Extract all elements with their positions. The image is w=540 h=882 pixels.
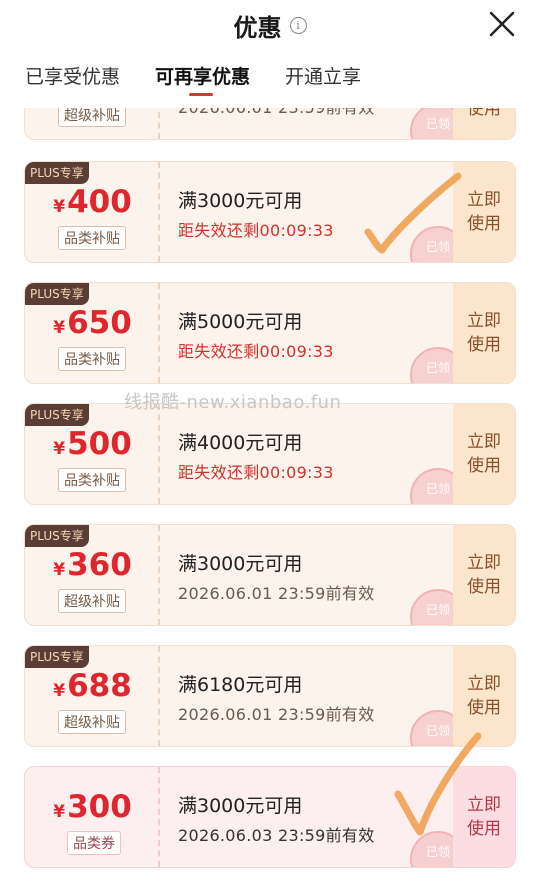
coupon-amount: ¥650 xyxy=(53,305,132,341)
coupon-list[interactable]: 超级补贴 2026.06.01 23:59前有效 已领 使用 PLUS专享 ¥4… xyxy=(24,108,516,882)
tab-more-available[interactable]: 可再享优惠 xyxy=(155,62,250,89)
use-button[interactable]: 立即 使用 xyxy=(453,162,515,262)
coupon-condition: 满3000元可用 xyxy=(178,190,303,212)
coupon-validity: 2026.06.01 23:59前有效 xyxy=(178,584,375,603)
use-button[interactable]: 立即 使用 xyxy=(453,404,515,504)
coupon-card: PLUS专享 ¥650 品类补贴 满5000元可用 距失效还剩00:09:33 … xyxy=(24,282,516,384)
use-button[interactable]: 立即 使用 xyxy=(453,283,515,383)
use-button[interactable]: 立即 使用 xyxy=(453,767,515,867)
coupon-validity: 2026.06.01 23:59前有效 xyxy=(178,705,375,724)
coupon-badge: 品类补贴 xyxy=(58,347,126,371)
coupon-badge: 品类补贴 xyxy=(58,226,126,250)
coupon-amount: ¥300 xyxy=(53,789,132,825)
plus-tag: PLUS专享 xyxy=(25,404,89,426)
tab-open-enjoy[interactable]: 开通立享 xyxy=(285,62,361,89)
tab-underline xyxy=(189,93,213,96)
coupon-amount: ¥688 xyxy=(53,668,132,704)
coupon-card: PLUS专享 ¥500 品类补贴 满4000元可用 距失效还剩00:09:33 … xyxy=(24,403,516,505)
use-button[interactable]: 使用 xyxy=(453,108,515,139)
use-button[interactable]: 立即 使用 xyxy=(453,646,515,746)
plus-tag: PLUS专享 xyxy=(25,162,89,184)
tab-enjoyed[interactable]: 已享受优惠 xyxy=(25,62,120,89)
plus-tag: PLUS专享 xyxy=(25,525,89,547)
coupon-card: PLUS专享 ¥400 品类补贴 满3000元可用 距失效还剩00:09:33 … xyxy=(24,161,516,263)
coupon-card: PLUS专享 ¥688 超级补贴 满6180元可用 2026.06.01 23:… xyxy=(24,645,516,747)
page-title: 优惠 xyxy=(233,14,282,42)
coupon-validity: 2026.06.01 23:59前有效 xyxy=(178,108,375,118)
coupon-amount: ¥500 xyxy=(53,426,132,462)
coupon-validity: 2026.06.03 23:59前有效 xyxy=(178,826,375,845)
coupon-amount: ¥360 xyxy=(53,547,132,583)
coupon-amount: ¥400 xyxy=(53,184,132,220)
coupon-badge: 品类补贴 xyxy=(58,468,126,492)
coupon-badge: 超级补贴 xyxy=(58,108,126,127)
coupon-badge: 品类券 xyxy=(67,831,121,855)
coupon-badge: 超级补贴 xyxy=(58,589,126,613)
header: 优惠 i xyxy=(0,0,540,52)
coupon-condition: 满4000元可用 xyxy=(178,432,303,454)
tab-bar: 已享受优惠 可再享优惠 开通立享 xyxy=(0,58,540,108)
info-icon[interactable]: i xyxy=(289,17,307,34)
coupon-countdown: 距失效还剩00:09:33 xyxy=(178,221,334,240)
coupon-countdown: 距失效还剩00:09:33 xyxy=(178,463,334,482)
coupon-condition: 满5000元可用 xyxy=(178,311,303,333)
use-button[interactable]: 立即 使用 xyxy=(453,525,515,625)
plus-tag: PLUS专享 xyxy=(25,283,89,305)
coupon-condition: 满3000元可用 xyxy=(178,795,303,817)
coupon-countdown: 距失效还剩00:09:33 xyxy=(178,342,334,361)
coupon-condition: 满6180元可用 xyxy=(178,674,303,696)
coupon-card-partial: 超级补贴 2026.06.01 23:59前有效 已领 使用 xyxy=(24,108,516,140)
plus-tag: PLUS专享 xyxy=(25,646,89,668)
coupon-card: PLUS专享 ¥360 超级补贴 满3000元可用 2026.06.01 23:… xyxy=(24,524,516,626)
coupon-card: ¥300 品类券 满3000元可用 2026.06.03 23:59前有效 已领… xyxy=(24,766,516,868)
close-icon[interactable] xyxy=(488,10,516,38)
coupon-condition: 满3000元可用 xyxy=(178,553,303,575)
coupon-badge: 超级补贴 xyxy=(58,710,126,734)
